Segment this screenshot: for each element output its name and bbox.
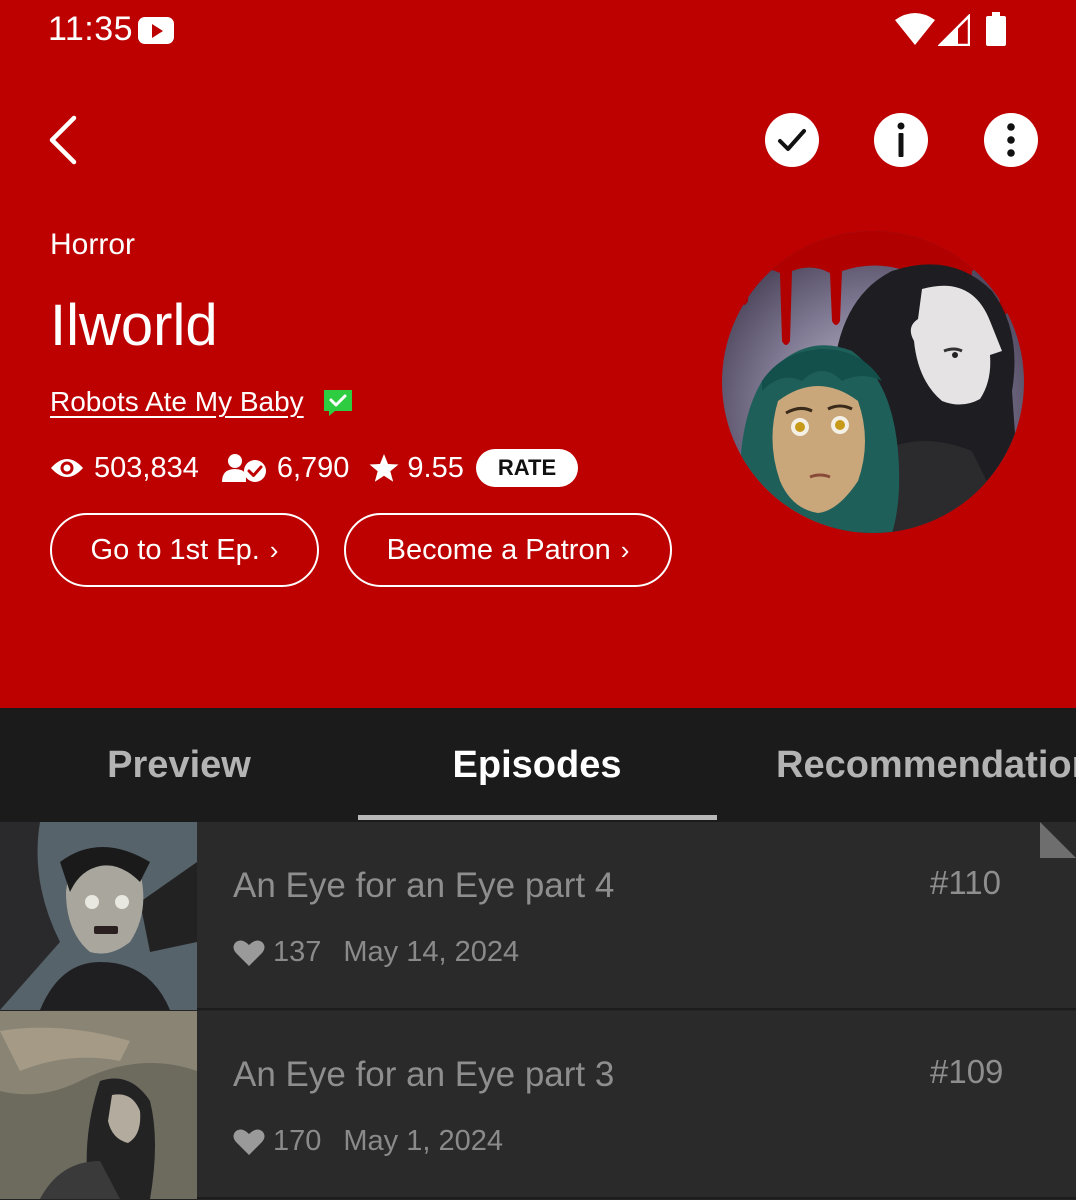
rating-value: 9.55 [407,451,464,484]
become-patron-label: Become a Patron [386,533,611,566]
episode-title: An Eye for an Eye part 4 [233,866,615,905]
star-icon [369,454,399,482]
youtube-icon [138,17,174,44]
episode-thumbnail [0,1011,197,1199]
series-title: Ilworld [50,293,218,358]
read-marker-icon [1040,822,1076,858]
subscriber-icon [221,454,266,482]
verified-creator-icon [324,390,352,416]
subscribers-count: 6,790 [276,451,350,484]
episode-meta: 137 May 14, 2024 [233,936,519,969]
chevron-right-icon: › [620,534,630,565]
status-time: 11:35 [48,10,134,48]
first-episode-label: Go to 1st Ep. [90,533,260,566]
series-header: 11:35 Horror Ilworld Robots Ate My Baby … [0,0,1076,708]
eye-icon [51,459,83,477]
episode-number: #110 [930,864,1001,901]
chevron-right-icon: › [269,534,279,565]
active-tab-indicator [358,815,717,820]
episode-row[interactable]: An Eye for an Eye part 3 #109 170 May 1,… [0,1011,1076,1199]
become-patron-button[interactable]: Become a Patron › [344,513,672,587]
battery-icon [986,12,1006,46]
subscribe-button[interactable] [765,113,819,167]
episode-likes: 170 [273,1125,322,1157]
info-button[interactable] [874,113,928,167]
series-cover-image [722,231,1024,533]
tab-recommendation[interactable]: Recommendation [716,708,1076,822]
episode-likes: 137 [273,936,322,968]
views-count: 503,834 [94,451,199,484]
heart-icon [233,1129,265,1155]
series-stats: 503,834 6,790 9.55 RATE [50,448,579,488]
author-link[interactable]: Robots Ate My Baby [50,386,304,418]
heart-icon [233,940,265,966]
episode-number: #109 [930,1053,1004,1090]
more-vertical-icon [1007,123,1015,157]
tab-preview[interactable]: Preview [0,708,358,822]
rate-button[interactable]: RATE [475,449,579,487]
episode-date: May 1, 2024 [343,1125,503,1157]
more-options-button[interactable] [984,113,1038,167]
first-episode-button[interactable]: Go to 1st Ep. › [50,513,319,587]
episode-title: An Eye for an Eye part 3 [233,1055,615,1094]
status-bar: 11:35 [0,0,1076,62]
episode-meta: 170 May 1, 2024 [233,1125,503,1158]
check-icon [778,129,806,151]
genre-label[interactable]: Horror [50,228,135,262]
episode-thumbnail [0,822,197,1010]
tab-bar: Preview Episodes Recommendation [0,708,1076,822]
wifi-icon [895,13,935,45]
episode-date: May 14, 2024 [343,936,520,968]
back-icon[interactable] [44,112,84,168]
tab-episodes[interactable]: Episodes [358,708,716,822]
signal-icon [938,14,970,46]
episode-row[interactable]: An Eye for an Eye part 4 #110 137 May 14… [0,822,1076,1010]
info-icon [897,122,905,157]
